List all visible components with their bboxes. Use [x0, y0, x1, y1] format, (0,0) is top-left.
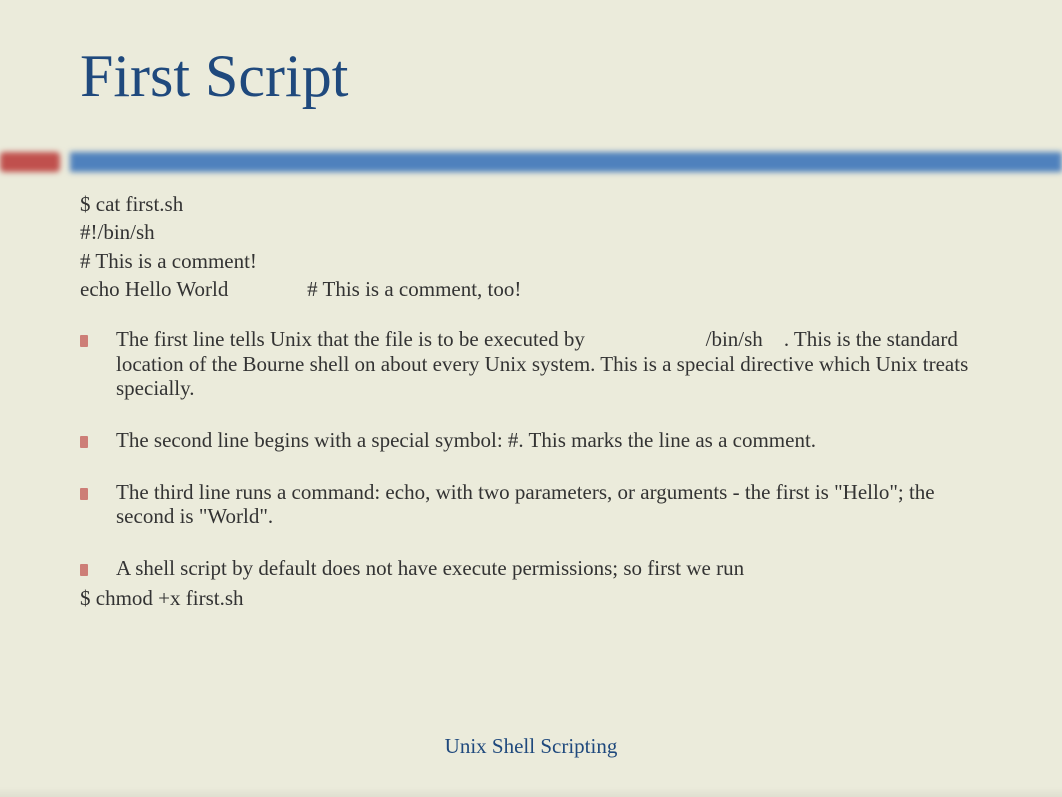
- bullet-item-4: A shell script by default does not have …: [80, 556, 982, 580]
- bullet-marker-icon: [80, 335, 88, 347]
- bullet-text-3: The third line runs a command: echo, wit…: [116, 480, 982, 528]
- slide-footer: Unix Shell Scripting: [0, 734, 1062, 759]
- slide-title: First Script: [0, 0, 1062, 111]
- bullet-marker-icon: [80, 564, 88, 576]
- bullet-1-part1: The first line tells Unix that the file …: [116, 327, 590, 351]
- bottom-shadow: [0, 787, 1062, 797]
- bullet-marker-icon: [80, 488, 88, 500]
- stripe-red-segment: [0, 152, 60, 172]
- chmod-line: $ chmod +x first.sh: [80, 584, 982, 612]
- bullet-list: The first line tells Unix that the file …: [80, 327, 982, 580]
- bullet-item-1: The first line tells Unix that the file …: [80, 327, 982, 399]
- code-line-echo: echo Hello World # This is a comment, to…: [80, 275, 982, 303]
- bullet-1-path: /bin/sh: [590, 327, 784, 351]
- bullet-text-1: The first line tells Unix that the file …: [116, 327, 982, 399]
- code-line-comment: # This is a comment!: [80, 247, 982, 275]
- divider-stripe: [0, 152, 1062, 172]
- code-line-shebang: #!/bin/sh: [80, 218, 982, 246]
- slide-content: $ cat first.sh #!/bin/sh # This is a com…: [80, 190, 982, 613]
- stripe-blue-segment: [70, 152, 1062, 172]
- bullet-text-2: The second line begins with a special sy…: [116, 428, 816, 452]
- presentation-slide: First Script $ cat first.sh #!/bin/sh # …: [0, 0, 1062, 797]
- bullet-item-2: The second line begins with a special sy…: [80, 428, 982, 452]
- bullet-marker-icon: [80, 436, 88, 448]
- bullet-item-3: The third line runs a command: echo, wit…: [80, 480, 982, 528]
- bullet-text-4: A shell script by default does not have …: [116, 556, 744, 580]
- code-line-cat: $ cat first.sh: [80, 190, 982, 218]
